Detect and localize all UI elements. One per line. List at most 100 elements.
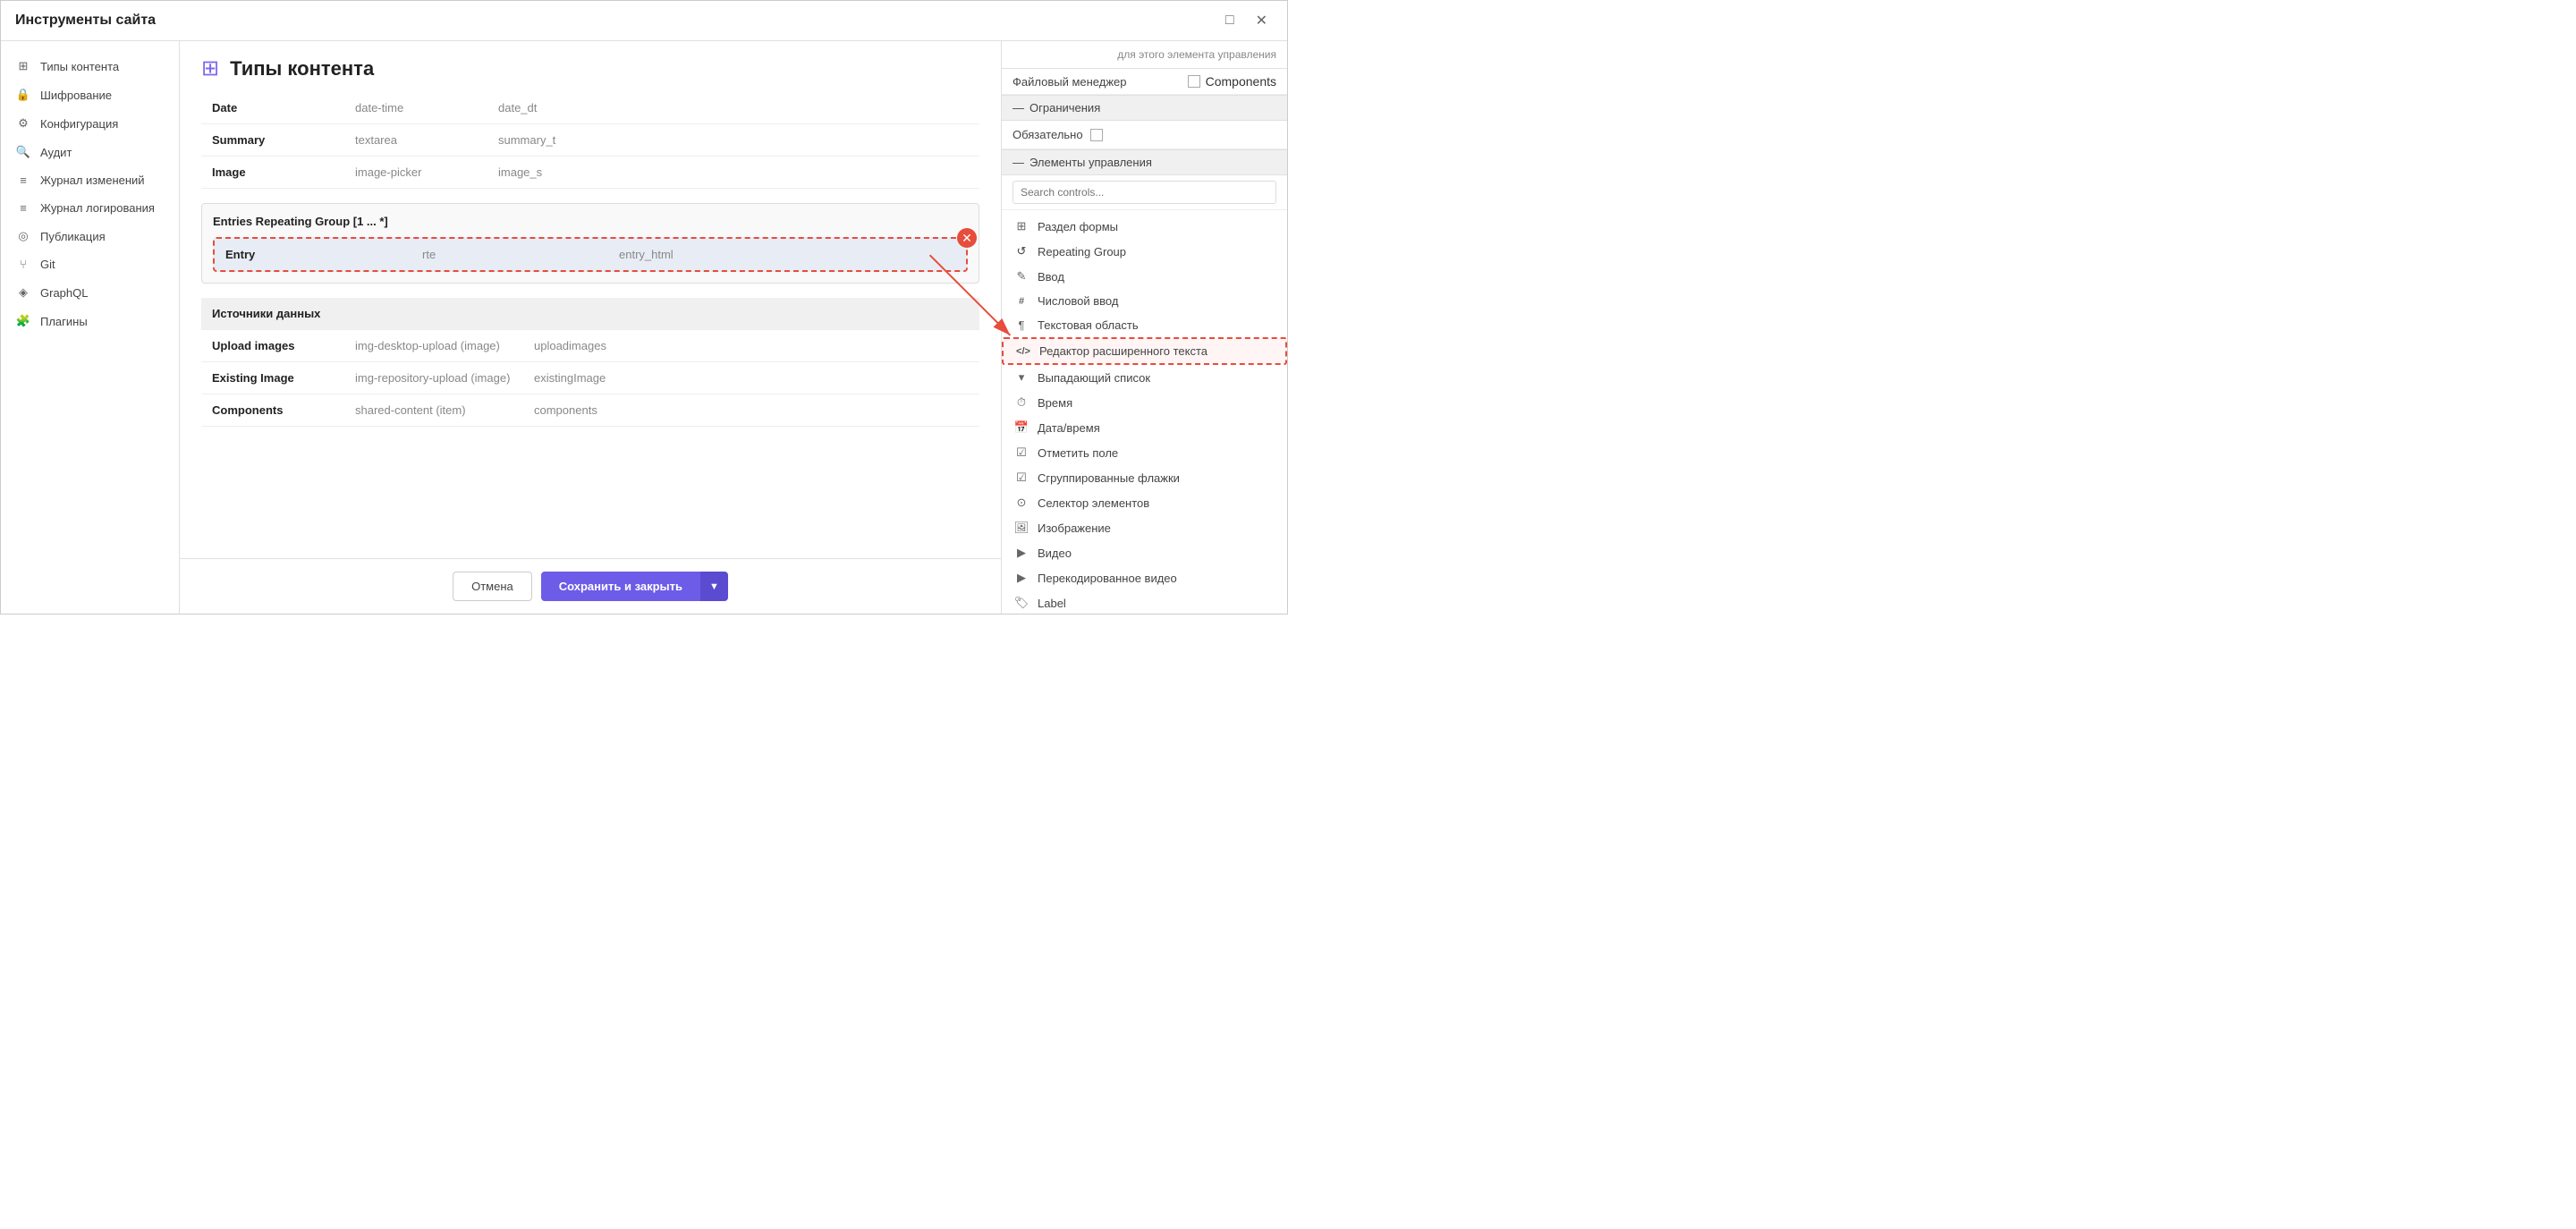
- entry-remove-button[interactable]: ✕: [957, 228, 977, 248]
- control-grouped-checkboxes[interactable]: ☑ Сгруппированные флажки: [1002, 465, 1287, 490]
- sidebar-item-encryption[interactable]: 🔒 Шифрование: [1, 81, 179, 109]
- textarea-icon: ¶: [1013, 318, 1030, 332]
- log-icon: ≡: [15, 201, 31, 215]
- control-label: Изображение: [1038, 521, 1111, 535]
- entry-row-wrapper: Entry rte entry_html ✕: [213, 237, 968, 272]
- sidebar-item-log-journal[interactable]: ≡ Журнал логирования: [1, 194, 179, 222]
- label-icon: 🏷: [1013, 596, 1030, 610]
- sidebar-item-publish[interactable]: ◎ Публикация: [1, 222, 179, 250]
- constraints-body: Обязательно: [1002, 121, 1287, 149]
- search-controls-input[interactable]: [1013, 181, 1276, 204]
- control-textarea[interactable]: ¶ Текстовая область: [1002, 313, 1287, 337]
- sidebar-item-plugins[interactable]: 🧩 Плагины: [1, 307, 179, 335]
- sidebar-label-configuration: Конфигурация: [40, 117, 118, 131]
- sources-table: Источники данных Upload images img-deskt…: [201, 298, 979, 427]
- control-number-input[interactable]: # Числовой ввод: [1002, 289, 1287, 313]
- image-icon: 🖼: [1013, 521, 1030, 535]
- lock-icon: 🔒: [15, 88, 31, 102]
- table-row: Components shared-content (item) compone…: [201, 394, 979, 427]
- control-input[interactable]: ✎ Ввод: [1002, 264, 1287, 289]
- control-datetime[interactable]: 📅 Дата/время: [1002, 415, 1287, 440]
- control-label: Label: [1038, 597, 1066, 610]
- sidebar-item-git[interactable]: ⑂ Git: [1, 250, 179, 278]
- constraints-label: Ограничения: [1030, 101, 1100, 114]
- title-bar: Инструменты сайта □ ✕: [1, 1, 1287, 41]
- control-item-selector[interactable]: ⊙ Селектор элементов: [1002, 490, 1287, 515]
- sidebar-item-change-log[interactable]: ≡ Журнал изменений: [1, 166, 179, 194]
- control-label: Селектор элементов: [1038, 496, 1149, 510]
- save-dropdown-button[interactable]: ▼: [700, 572, 728, 601]
- entry-row[interactable]: Entry rte entry_html: [213, 237, 968, 272]
- checkbox-icon: ☑: [1013, 445, 1030, 460]
- required-checkbox[interactable]: [1090, 129, 1103, 141]
- close-button[interactable]: ✕: [1250, 10, 1273, 31]
- source-field-components: components: [523, 394, 979, 427]
- sidebar-label-plugins: Плагины: [40, 315, 88, 328]
- sidebar-item-content-types[interactable]: ⊞ Типы контента: [1, 52, 179, 81]
- file-manager-row: Файловый менеджер Components: [1002, 69, 1287, 95]
- sidebar-label-change-log: Журнал изменений: [40, 174, 145, 187]
- number-input-icon: #: [1013, 296, 1030, 307]
- control-image[interactable]: 🖼 Изображение: [1002, 515, 1287, 540]
- control-rte[interactable]: </> Редактор расширенного текста: [1002, 337, 1287, 365]
- sidebar-item-configuration[interactable]: ⚙ Конфигурация: [1, 109, 179, 138]
- sidebar-label-log-journal: Журнал логирования: [40, 201, 155, 215]
- content-scroll: Date date-time date_dt Summary textarea …: [180, 92, 1001, 558]
- components-label: Components: [1206, 74, 1276, 89]
- source-field-upload: uploadimages: [523, 330, 979, 362]
- save-button-group: Сохранить и закрыть ▼: [541, 572, 728, 601]
- save-button[interactable]: Сохранить и закрыть: [541, 572, 700, 601]
- field-name-summary: Summary: [201, 124, 344, 157]
- maximize-button[interactable]: □: [1220, 10, 1240, 31]
- footer: Отмена Сохранить и закрыть ▼: [180, 558, 1001, 614]
- control-label: Ввод: [1038, 270, 1064, 284]
- main-layout: ⊞ Типы контента 🔒 Шифрование ⚙ Конфигура…: [1, 41, 1287, 614]
- search-icon: 🔍: [15, 145, 31, 159]
- grid-icon: ⊞: [15, 59, 31, 73]
- publish-icon: ◎: [15, 229, 31, 243]
- table-row: Summary textarea summary_t: [201, 124, 979, 157]
- field-key-date: date_dt: [487, 92, 979, 124]
- entry-type: rte: [422, 248, 512, 261]
- fields-table: Date date-time date_dt Summary textarea …: [201, 92, 979, 189]
- control-label: Repeating Group: [1038, 245, 1126, 259]
- datetime-icon: 📅: [1013, 420, 1030, 435]
- graphql-icon: ◈: [15, 285, 31, 300]
- control-label: Сгруппированные флажки: [1038, 471, 1180, 485]
- control-form-section[interactable]: ⊞ Раздел формы: [1002, 214, 1287, 239]
- main-window: Инструменты сайта □ ✕ ⊞ Типы контента 🔒 …: [0, 0, 1288, 614]
- constraints-collapse-icon: —: [1013, 101, 1024, 114]
- dropdown-icon: ▾: [1013, 370, 1030, 385]
- field-key-summary: summary_t: [487, 124, 979, 157]
- control-repeating-group[interactable]: ↺ Repeating Group: [1002, 239, 1287, 264]
- video-icon: ▶: [1013, 546, 1030, 560]
- sidebar-item-graphql[interactable]: ◈ GraphQL: [1, 278, 179, 307]
- window-title: Инструменты сайта: [15, 13, 156, 29]
- control-time[interactable]: ⏱ Время: [1002, 390, 1287, 415]
- control-label: Выпадающий список: [1038, 371, 1150, 385]
- control-label: Дата/время: [1038, 421, 1100, 435]
- table-row: Existing Image img-repository-upload (im…: [201, 362, 979, 394]
- input-icon: ✎: [1013, 269, 1030, 284]
- time-icon: ⏱: [1013, 395, 1030, 410]
- repeating-group-container: Entries Repeating Group [1 ... *] Entry …: [201, 203, 979, 284]
- file-manager-label: Файловый менеджер: [1013, 75, 1188, 89]
- sidebar-label-graphql: GraphQL: [40, 286, 88, 300]
- cancel-button[interactable]: Отмена: [453, 572, 532, 601]
- source-name-upload: Upload images: [201, 330, 344, 362]
- control-label[interactable]: 🏷 Label: [1002, 590, 1287, 614]
- table-row: Image image-picker image_s: [201, 157, 979, 189]
- sidebar-item-audit[interactable]: 🔍 Аудит: [1, 138, 179, 166]
- components-checkbox[interactable]: [1188, 75, 1200, 88]
- field-type-summary: textarea: [344, 124, 487, 157]
- source-name-existing: Existing Image: [201, 362, 344, 394]
- control-checkbox[interactable]: ☑ Отметить поле: [1002, 440, 1287, 465]
- right-panel: для этого элемента управления Файловый м…: [1001, 41, 1287, 614]
- control-video[interactable]: ▶ Видео: [1002, 540, 1287, 565]
- source-field-existing: existingImage: [523, 362, 979, 394]
- control-dropdown[interactable]: ▾ Выпадающий список: [1002, 365, 1287, 390]
- title-bar-controls: □ ✕: [1220, 10, 1273, 31]
- control-transcoded-video[interactable]: ▶ Перекодированное видео: [1002, 565, 1287, 590]
- source-type-components: shared-content (item): [344, 394, 523, 427]
- required-row: Обязательно: [1013, 128, 1276, 141]
